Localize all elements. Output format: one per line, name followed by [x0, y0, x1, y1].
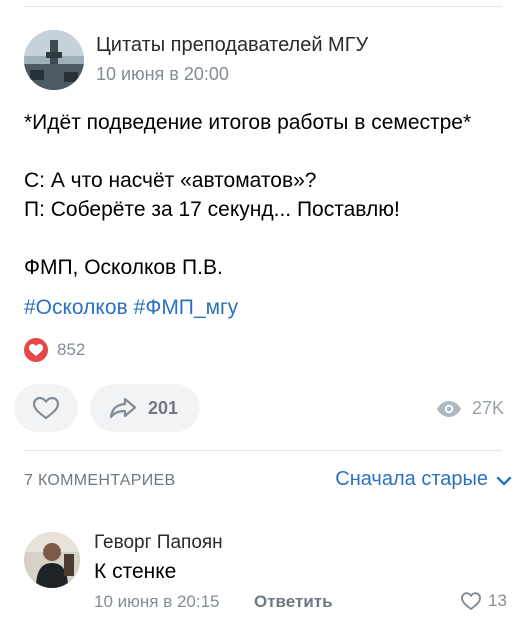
- post-header: Цитаты преподавателей МГУ 10 июня в 20:0…: [24, 30, 502, 90]
- share-count: 201: [148, 398, 179, 418]
- comment-text: К стенке: [94, 560, 177, 583]
- sort-label: Сначала старые: [335, 468, 488, 490]
- post-text-line: [24, 224, 508, 253]
- comment-like-count: 13: [488, 591, 507, 610]
- post-text-line: ФМП, Осколков П.В.: [24, 256, 223, 279]
- post-date: 10 июня в 20:00: [96, 64, 229, 84]
- views-counter: 27K: [436, 398, 512, 420]
- heart-icon: [24, 338, 48, 362]
- comment-author-avatar[interactable]: [24, 532, 80, 588]
- eye-icon: [437, 401, 461, 417]
- reply-button[interactable]: Ответить: [254, 592, 333, 612]
- group-avatar[interactable]: [24, 30, 84, 90]
- chevron-down-icon: [496, 476, 512, 486]
- comment-author-name[interactable]: Геворг Папоян: [94, 532, 223, 554]
- post-text-line: *Идёт подведение итогов работы в семестр…: [24, 111, 472, 134]
- post-text-line: П: Соберёте за 17 секунд... Поставлю!: [24, 198, 400, 221]
- post-text-line: С: А что насчёт «автоматов»?: [24, 169, 317, 192]
- comment-like-button[interactable]: 13: [460, 590, 512, 612]
- share-arrow-icon: [109, 397, 137, 419]
- group-name[interactable]: Цитаты преподавателей МГУ: [96, 34, 368, 57]
- share-button[interactable]: 201: [90, 384, 200, 432]
- reactions-count: 852: [57, 340, 86, 359]
- post-text: *Идёт подведение итогов работы в семестр…: [24, 108, 508, 282]
- hashtags: #Осколков #ФМП_мгу: [24, 296, 244, 320]
- comments-count-title: 7 КОММЕНТАРИЕВ: [24, 472, 176, 489]
- heart-outline-icon: [461, 592, 481, 610]
- hashtag-link[interactable]: #Осколков: [24, 296, 128, 319]
- hashtag-link[interactable]: #ФМП_мгу: [134, 296, 239, 319]
- like-button[interactable]: [14, 384, 78, 432]
- post-text-line: [24, 137, 508, 166]
- heart-outline-icon: [32, 396, 60, 420]
- comment-item: Геворг Папоян К стенке 10 июня в 20:15 О…: [24, 528, 512, 618]
- top-divider: [24, 6, 502, 7]
- comments-sort-dropdown[interactable]: Сначала старые: [322, 468, 512, 494]
- views-count: 27K: [472, 398, 505, 418]
- section-divider: [24, 450, 502, 451]
- comment-date: 10 июня в 20:15: [94, 592, 220, 611]
